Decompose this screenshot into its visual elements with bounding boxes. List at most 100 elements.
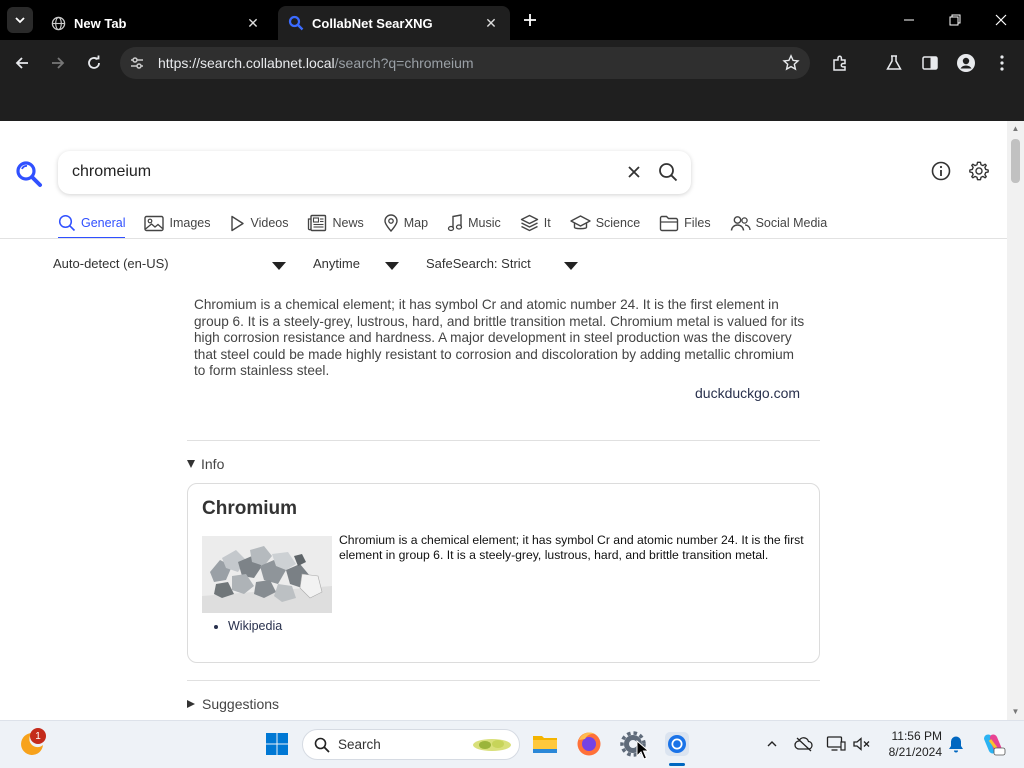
tab-music[interactable]: Music bbox=[447, 211, 501, 235]
back-button[interactable] bbox=[9, 50, 35, 76]
puzzle-icon bbox=[833, 55, 846, 71]
bookmark-star-icon[interactable] bbox=[782, 54, 800, 77]
preferences-button[interactable] bbox=[967, 159, 991, 183]
tab-science[interactable]: Science bbox=[569, 211, 640, 235]
side-panel-icon bbox=[922, 56, 938, 70]
divider bbox=[187, 680, 820, 681]
search-box bbox=[58, 151, 691, 194]
safesearch-select[interactable]: SafeSearch: Strict bbox=[426, 256, 531, 271]
suggestions-summary-label: Suggestions bbox=[202, 696, 280, 712]
gear-icon bbox=[969, 161, 989, 181]
speaker-muted-icon bbox=[853, 737, 870, 751]
searxng-logo-icon[interactable] bbox=[14, 159, 44, 189]
tab-new-tab[interactable]: New Tab ✕ bbox=[40, 6, 272, 40]
close-icon[interactable]: ✕ bbox=[482, 14, 500, 32]
divider bbox=[187, 440, 820, 441]
wikipedia-link[interactable]: Wikipedia bbox=[228, 619, 282, 633]
info-summary-label: Info bbox=[201, 456, 225, 472]
profile-button[interactable] bbox=[953, 50, 979, 76]
network-tray-button[interactable] bbox=[825, 733, 847, 755]
people-icon bbox=[730, 215, 751, 231]
close-icon[interactable]: ✕ bbox=[244, 14, 262, 32]
side-panel-button[interactable] bbox=[917, 50, 943, 76]
minimize-icon bbox=[904, 19, 914, 21]
avatar-icon bbox=[957, 54, 975, 72]
scroll-up-icon[interactable]: ▲ bbox=[1011, 125, 1020, 133]
mouse-cursor-icon bbox=[636, 740, 650, 760]
map-pin-icon bbox=[384, 214, 398, 232]
suggestions-toggle[interactable]: Suggestions bbox=[187, 696, 279, 712]
taskbar-search-label: Search bbox=[338, 737, 381, 752]
scroll-thumb[interactable] bbox=[1011, 139, 1020, 183]
copilot-button[interactable] bbox=[980, 731, 1006, 757]
tab-social-media[interactable]: Social Media bbox=[730, 211, 828, 235]
notifications-button[interactable] bbox=[945, 733, 967, 755]
tab-images[interactable]: Images bbox=[144, 211, 210, 235]
time-range-select[interactable]: Anytime bbox=[313, 256, 360, 271]
extensions-button[interactable] bbox=[827, 50, 853, 76]
volume-tray-button[interactable] bbox=[851, 733, 873, 755]
answer-source-link[interactable]: duckduckgo.com bbox=[695, 385, 800, 401]
layers-icon bbox=[520, 214, 538, 232]
close-window-button[interactable] bbox=[986, 8, 1016, 32]
bookmark-bar bbox=[0, 86, 1024, 121]
about-button[interactable] bbox=[929, 159, 953, 183]
dropdown-caret-icon[interactable] bbox=[385, 262, 399, 270]
search-input[interactable] bbox=[72, 161, 592, 183]
tab-files[interactable]: Files bbox=[659, 211, 711, 235]
firefox-button[interactable] bbox=[574, 729, 604, 759]
dropdown-caret-icon[interactable] bbox=[272, 262, 286, 270]
firefox-icon bbox=[577, 732, 601, 756]
menu-button[interactable] bbox=[989, 50, 1015, 76]
tab-it[interactable]: It bbox=[520, 211, 551, 235]
tab-title: New Tab bbox=[74, 15, 127, 31]
infobox-links: Wikipedia bbox=[228, 619, 282, 633]
search-submit-button[interactable] bbox=[656, 160, 680, 184]
active-app-indicator bbox=[669, 763, 685, 766]
graduation-cap-icon bbox=[569, 215, 591, 230]
clock-time: 11:56 PM bbox=[891, 729, 942, 743]
page-scrollbar[interactable]: ▲ ▼ bbox=[1007, 121, 1024, 720]
site-info-icon[interactable] bbox=[126, 55, 148, 71]
chevron-down-icon bbox=[15, 17, 25, 24]
answer-text: Chromium is a chemical element; it has s… bbox=[194, 297, 805, 379]
browser-toolbar: https://search.collabnet.local/search?q=… bbox=[0, 40, 1024, 86]
tab-label: Map bbox=[403, 216, 429, 230]
chromium-image bbox=[202, 536, 332, 613]
tab-label: Social Media bbox=[755, 216, 828, 230]
reload-button[interactable] bbox=[81, 50, 107, 76]
address-bar[interactable]: https://search.collabnet.local/search?q=… bbox=[120, 47, 810, 79]
taskbar-search[interactable]: Search bbox=[302, 729, 520, 760]
arrow-right-icon bbox=[52, 57, 65, 69]
start-button[interactable] bbox=[262, 729, 292, 759]
search-highlight-icon bbox=[473, 739, 511, 751]
new-tab-button[interactable] bbox=[518, 9, 542, 31]
globe-icon bbox=[50, 15, 66, 31]
tab-videos[interactable]: Videos bbox=[229, 211, 288, 235]
tab-map[interactable]: Map bbox=[383, 211, 428, 235]
infobox-description: Chromium is a chemical element; it has s… bbox=[339, 533, 804, 562]
tab-news[interactable]: News bbox=[307, 211, 364, 235]
language-select[interactable]: Auto-detect (en-US) bbox=[53, 256, 169, 271]
clear-search-button[interactable] bbox=[623, 161, 645, 183]
onedrive-tray-button[interactable] bbox=[793, 733, 815, 755]
minimize-button[interactable] bbox=[894, 8, 924, 32]
file-explorer-button[interactable] bbox=[530, 729, 560, 759]
category-tabs: General Images Videos News Map Music It bbox=[58, 211, 846, 239]
scroll-down-icon[interactable]: ▼ bbox=[1011, 708, 1020, 716]
tab-search-button[interactable] bbox=[7, 7, 33, 33]
forward-button[interactable] bbox=[45, 50, 71, 76]
tab-searxng[interactable]: CollabNet SearXNG ✕ bbox=[278, 6, 510, 40]
copilot-icon bbox=[984, 734, 1006, 756]
tab-general[interactable]: General bbox=[58, 211, 126, 239]
chrome-button[interactable] bbox=[662, 729, 692, 759]
show-hidden-icons-button[interactable] bbox=[761, 733, 783, 755]
labs-button[interactable] bbox=[881, 50, 907, 76]
restore-button[interactable] bbox=[940, 8, 970, 32]
info-toggle[interactable]: Info bbox=[187, 456, 224, 472]
tab-label: Files bbox=[684, 216, 711, 230]
info-icon bbox=[931, 161, 951, 181]
dropdown-caret-icon[interactable] bbox=[564, 262, 578, 270]
arrow-left-icon bbox=[15, 57, 28, 69]
taskbar-clock[interactable]: 11:56 PM 8/21/2024 bbox=[880, 728, 942, 760]
